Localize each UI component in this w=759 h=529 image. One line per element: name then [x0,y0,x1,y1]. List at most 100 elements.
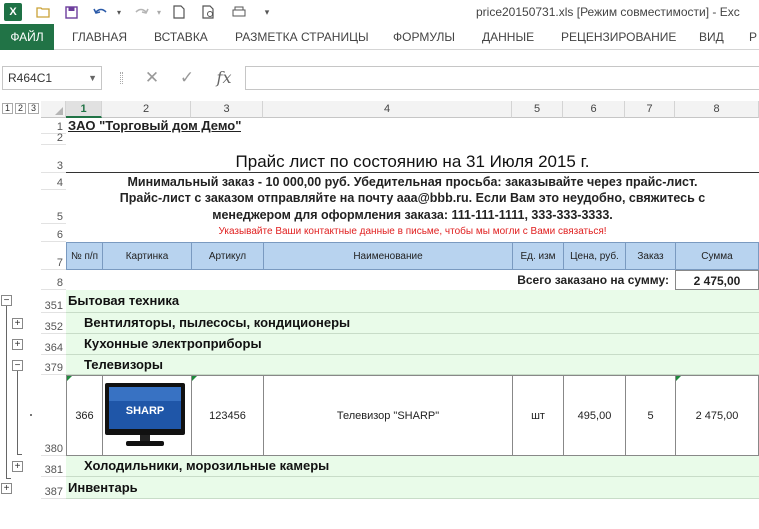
save-icon[interactable] [62,3,80,21]
item-unit[interactable]: шт [512,375,564,456]
undo-icon[interactable] [92,3,110,21]
tv-brand-label: SHARP [126,405,165,417]
column-header[interactable]: 2 [102,101,191,118]
column-header[interactable]: 7 [625,101,675,118]
ribbon-tabs: ФАЙЛ ГЛАВНАЯ ВСТАВКА РАЗМЕТКА СТРАНИЦЫ Ф… [0,24,759,50]
row-header[interactable]: 364 [41,334,66,355]
outline-bracket [6,306,7,478]
header-picture[interactable]: Картинка [102,242,192,270]
contact-note-line2[interactable]: менеджером для оформления заказа: 111-11… [66,207,759,224]
row-header[interactable]: 8 [41,270,66,290]
item-num[interactable]: 366 [66,375,103,456]
row-header[interactable]: 5 [41,190,66,224]
header-unit[interactable]: Ед. изм [512,242,564,270]
outline-bracket [17,454,22,455]
price-list-title[interactable]: Прайс лист по состоянию на 31 Июля 2015 … [66,150,759,174]
column-header[interactable]: 6 [563,101,625,118]
enter-icon[interactable]: ✓ [175,68,199,88]
tab-formulas[interactable]: ФОРМУЛЫ [393,24,455,50]
category-row[interactable]: Кухонные электроприборы [66,334,759,355]
print-icon[interactable] [230,3,248,21]
name-box[interactable]: R464C1 ▼ [2,66,102,90]
column-header[interactable]: 8 [675,101,759,118]
tab-home[interactable]: ГЛАВНАЯ [72,24,127,50]
header-num[interactable]: № п/п [66,242,103,270]
outline-level-1[interactable]: 1 [2,103,13,114]
outline-bracket [17,371,18,454]
outline-level-3[interactable]: 3 [28,103,39,114]
row-header[interactable]: 3 [41,145,66,173]
item-article[interactable]: 123456 [191,375,264,456]
print-preview-icon[interactable] [200,3,218,21]
row-header[interactable]: 380 [41,375,66,456]
outline-bracket [6,478,11,479]
cancel-icon[interactable]: ✕ [140,68,164,88]
expand-group-button[interactable]: + [12,318,23,329]
row-header[interactable]: 351 [41,290,66,313]
tv-product-image[interactable]: SHARP [104,381,186,449]
category-row[interactable]: Бытовая техника [66,290,759,313]
total-value[interactable]: 2 475,00 [675,270,759,290]
header-article[interactable]: Артикул [191,242,264,270]
title-underline [66,172,759,173]
excel-logo-icon[interactable]: X [4,3,22,21]
row-header[interactable]: 379 [41,355,66,375]
tab-file[interactable]: ФАЙЛ [0,24,54,50]
contact-note-line1[interactable]: Прайс-лист с заказом отправляйте на почт… [66,190,759,207]
column-header[interactable]: 4 [263,101,512,118]
category-row[interactable]: Холодильники, морозильные камеры [66,456,759,477]
collapse-group-button[interactable]: − [12,360,23,371]
header-order[interactable]: Заказ [625,242,676,270]
formula-input[interactable] [245,66,759,90]
item-price[interactable]: 495,00 [563,375,626,456]
chevron-down-icon[interactable]: ▼ [88,67,97,89]
min-order-note[interactable]: Минимальный заказ - 10 000,00 руб. Убеди… [66,174,759,190]
tab-view[interactable]: ВИД [699,24,724,50]
formula-bar-grip[interactable] [120,72,123,84]
insert-function-icon[interactable]: fx [212,68,236,88]
tab-truncated[interactable]: Р [749,24,757,50]
column-header[interactable]: 1 [66,101,102,118]
column-header[interactable]: 3 [191,101,263,118]
row-header[interactable]: 387 [41,477,66,499]
error-indicator [67,376,72,381]
item-order[interactable]: 5 [625,375,676,456]
contact-reminder[interactable]: Указывайте Ваши контактные данные в пись… [66,224,759,240]
company-name[interactable]: ЗАО "Торговый дом Демо" [68,118,241,134]
category-row[interactable]: Телевизоры [66,355,759,375]
open-icon[interactable] [34,3,52,21]
error-indicator [192,376,197,381]
redo-icon[interactable] [132,3,150,21]
redo-dropdown-icon[interactable]: ▾ [150,3,168,21]
expand-group-button[interactable]: + [12,461,23,472]
column-header[interactable]: 5 [512,101,563,118]
outline-dot [30,414,32,416]
expand-group-button[interactable]: + [1,483,12,494]
tab-insert[interactable]: ВСТАВКА [154,24,208,50]
row-header[interactable]: 4 [41,173,66,190]
row-header[interactable]: 2 [41,132,66,145]
row-header[interactable]: 7 [41,242,66,270]
row-header[interactable]: 6 [41,224,66,242]
select-all-button[interactable] [41,101,66,118]
tab-data[interactable]: ДАННЫЕ [482,24,534,50]
new-document-icon[interactable] [170,3,188,21]
customize-qat-icon[interactable]: ▾ [258,3,276,21]
undo-dropdown-icon[interactable]: ▾ [110,3,128,21]
header-price[interactable]: Цена, руб. [563,242,626,270]
tab-page-layout[interactable]: РАЗМЕТКА СТРАНИЦЫ [235,24,369,50]
row-header[interactable]: 381 [41,456,66,477]
header-sum[interactable]: Сумма [675,242,759,270]
name-box-value: R464C1 [8,71,53,85]
item-name[interactable]: Телевизор "SHARP" [263,375,513,456]
row-header[interactable]: 352 [41,313,66,334]
header-name[interactable]: Наименование [263,242,513,270]
expand-group-button[interactable]: + [12,339,23,350]
category-row[interactable]: Вентиляторы, пылесосы, кондиционеры [66,313,759,334]
collapse-group-button[interactable]: − [1,295,12,306]
tab-review[interactable]: РЕЦЕНЗИРОВАНИЕ [561,24,676,50]
total-label[interactable]: Всего заказано на сумму: [263,270,675,290]
outline-level-2[interactable]: 2 [15,103,26,114]
category-row[interactable]: Инвентарь [66,477,759,499]
item-sum[interactable]: 2 475,00 [675,375,759,456]
